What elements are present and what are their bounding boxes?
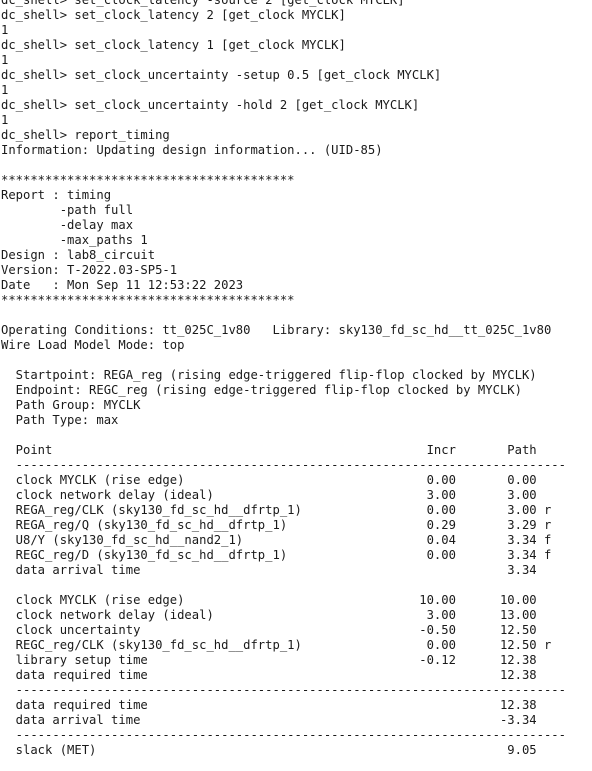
output-line: REGC_reg/CLK (sky130_fd_sc_hd__dfrtp_1) …	[1, 638, 552, 652]
output-line: -delay max	[1, 218, 134, 232]
output-line: Wire Load Model Mode: top	[1, 338, 185, 352]
output-line: Report : timing	[1, 188, 112, 202]
output-line: U8/Y (sky130_fd_sc_hd__nand2_1) 0.04 3.3…	[1, 533, 552, 547]
output-line: Date : Mon Sep 11 12:53:22 2023	[1, 278, 244, 292]
output-line: Startpoint: REGA_reg (rising edge-trigge…	[1, 368, 537, 382]
output-line: Path Type: max	[1, 413, 119, 427]
separator-line: ----------------------------------------…	[1, 683, 566, 697]
output-line: Information: Updating design information…	[1, 143, 383, 157]
output-line: Version: T-2022.03-SP5-1	[1, 263, 178, 277]
command-line: dc_shell> set_clock_latency 2 [get_clock…	[1, 8, 346, 22]
command-line: dc_shell> set_clock_latency -source 2 [g…	[1, 0, 405, 7]
output-line: 1	[1, 83, 9, 97]
output-line: 1	[1, 113, 9, 127]
output-line: REGA_reg/Q (sky130_fd_sc_hd__dfrtp_1) 0.…	[1, 518, 552, 532]
output-line: slack (MET) 9.05	[1, 743, 537, 757]
output-line: REGC_reg/D (sky130_fd_sc_hd__dfrtp_1) 0.…	[1, 548, 552, 562]
output-line: clock network delay (ideal) 3.00 3.00	[1, 488, 537, 502]
output-line: 1	[1, 53, 9, 67]
output-line: Path Group: MYCLK	[1, 398, 141, 412]
output-line: Design : lab8_circuit	[1, 248, 156, 262]
command-line: dc_shell> set_clock_uncertainty -setup 0…	[1, 68, 442, 82]
output-line: data arrival time -3.34	[1, 713, 537, 727]
output-line: clock uncertainty -0.50 12.50	[1, 623, 537, 637]
banner-line: ****************************************	[1, 293, 295, 307]
output-line: clock MYCLK (rise edge) 10.00 10.00	[1, 593, 537, 607]
output-line: 1	[1, 23, 9, 37]
output-line: REGA_reg/CLK (sky130_fd_sc_hd__dfrtp_1) …	[1, 503, 552, 517]
separator-line: ----------------------------------------…	[1, 728, 566, 742]
separator-line: ----------------------------------------…	[1, 458, 566, 472]
output-line: data arrival time 3.34	[1, 563, 537, 577]
banner-line: ****************************************	[1, 173, 295, 187]
output-line: Endpoint: REGC_reg (rising edge-triggere…	[1, 383, 522, 397]
output-line: data required time 12.38	[1, 698, 537, 712]
output-line: -path full	[1, 203, 134, 217]
output-line: library setup time -0.12 12.38	[1, 653, 537, 667]
output-line: clock network delay (ideal) 3.00 13.00	[1, 608, 537, 622]
output-line: Operating Conditions: tt_025C_1v80 Libra…	[1, 323, 552, 337]
command-line: dc_shell> set_clock_uncertainty -hold 2 …	[1, 98, 420, 112]
terminal-output[interactable]: dc_shell> set_clock_latency -source 2 [g…	[1, 0, 591, 758]
command-line: dc_shell> set_clock_latency 1 [get_clock…	[1, 38, 346, 52]
output-line: data required time 12.38	[1, 668, 537, 682]
command-line: dc_shell> report_timing	[1, 128, 170, 142]
output-line: Point Incr Path	[1, 443, 537, 457]
output-line: -max_paths 1	[1, 233, 148, 247]
output-line: clock MYCLK (rise edge) 0.00 0.00	[1, 473, 537, 487]
